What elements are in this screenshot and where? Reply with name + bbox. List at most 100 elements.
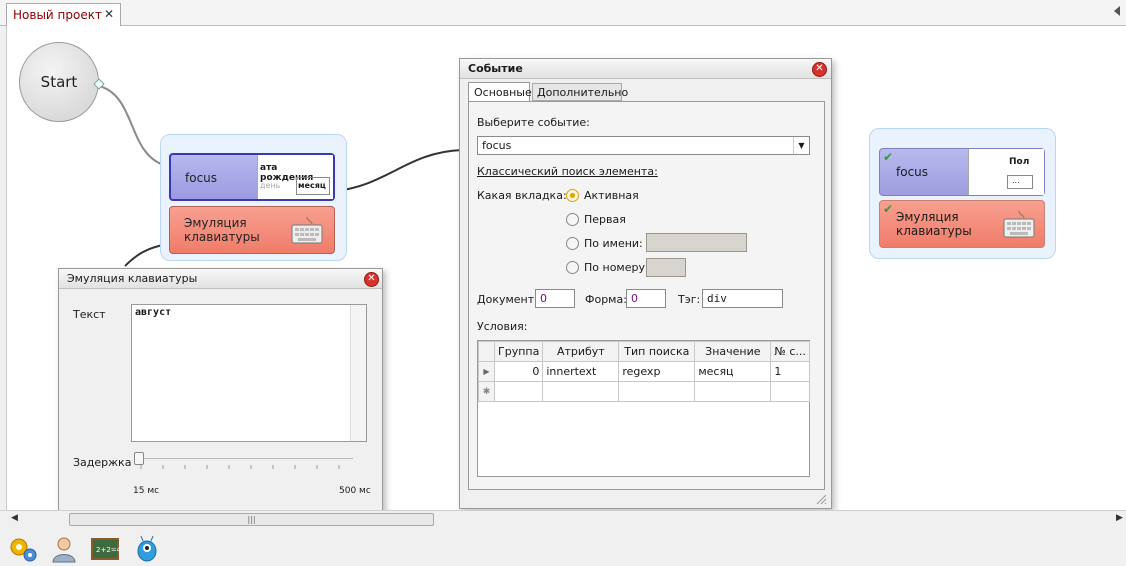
- element-thumbnail: Пол ...: [968, 149, 1044, 195]
- column-header[interactable]: № с...: [770, 341, 810, 362]
- radio-by-number[interactable]: [566, 261, 579, 274]
- tab-additional[interactable]: Дополнительно: [532, 83, 628, 101]
- delay-min-label: 15 мс: [133, 486, 160, 496]
- blackboard-icon[interactable]: 2+2=4: [90, 535, 120, 563]
- alien-robot-icon[interactable]: [132, 535, 162, 563]
- row-selector-icon[interactable]: ▶: [478, 361, 495, 382]
- event-select-value: focus: [482, 139, 512, 152]
- document-label: Документ:: [477, 293, 538, 306]
- bottom-toolbar: [0, 528, 1126, 566]
- column-header[interactable]: Группа: [493, 341, 544, 362]
- scroll-right-icon[interactable]: ▶: [1116, 513, 1123, 523]
- grid-cell[interactable]: [493, 381, 544, 402]
- radio-by-name[interactable]: [566, 237, 579, 250]
- action-keyboard-1[interactable]: Эмуляция клавиатуры: [169, 206, 335, 254]
- grid-cell[interactable]: innertext: [542, 361, 620, 382]
- action-keyboard-label: Эмуляция клавиатуры: [896, 210, 972, 238]
- radio-active-label: Активная: [584, 189, 639, 202]
- grid-cell[interactable]: [694, 381, 772, 402]
- form-label: Форма:: [585, 293, 627, 306]
- radio-first-label: Первая: [584, 213, 626, 226]
- dialog-title: Событие: [460, 59, 831, 79]
- document-tab-bar: [0, 0, 1126, 26]
- conditions-grid[interactable]: Группа Атрибут Тип поиска Значение № с..…: [478, 341, 810, 402]
- delay-max-label: 500 мс: [339, 486, 371, 496]
- column-header[interactable]: Тип поиска: [618, 341, 696, 362]
- thumb-text: месяц: [296, 177, 330, 195]
- tab-scroll-left-icon[interactable]: [1114, 6, 1120, 16]
- conditions-label: Условия:: [477, 320, 528, 333]
- action-focus-label: focus: [896, 165, 929, 179]
- dialog-title: Эмуляция клавиатуры: [59, 269, 382, 289]
- event-select[interactable]: focus ▼: [477, 136, 810, 155]
- tag-input[interactable]: div: [702, 289, 783, 308]
- delay-slider-thumb[interactable]: [134, 452, 144, 465]
- grid-cell[interactable]: месяц: [694, 361, 772, 382]
- classic-search-label: Классический поиск элемента:: [477, 165, 658, 178]
- tab-new-project[interactable]: Новый проект ✕: [6, 3, 121, 26]
- tab-label: Новый проект: [13, 8, 102, 22]
- action-focus-label: focus: [185, 171, 218, 185]
- chevron-down-icon[interactable]: ▼: [793, 137, 809, 154]
- close-tab-icon[interactable]: ✕: [104, 7, 114, 21]
- delay-slider-track[interactable]: [137, 458, 353, 459]
- new-row[interactable]: ✱: [478, 381, 810, 402]
- vertical-scrollbar[interactable]: [350, 305, 366, 441]
- close-icon[interactable]: ✕: [364, 272, 379, 287]
- thumb-text: Пол: [1009, 157, 1030, 167]
- column-header[interactable]: Атрибут: [542, 341, 620, 362]
- action-keyboard-2[interactable]: ✔ Эмуляция клавиатуры: [879, 200, 1045, 248]
- keyboard-icon: [1003, 210, 1035, 238]
- row-header-cell: [478, 341, 495, 362]
- resize-grip-icon[interactable]: [815, 493, 827, 505]
- column-header[interactable]: Значение: [694, 341, 772, 362]
- tab-name-input[interactable]: [646, 233, 747, 252]
- radio-by-number-label: По номеру:: [584, 261, 649, 274]
- grid-cell[interactable]: 1: [770, 361, 810, 382]
- text-input-value: август: [135, 307, 172, 318]
- tag-label: Тэг:: [678, 293, 701, 306]
- connection-start-focus: [98, 85, 168, 167]
- grid-cell[interactable]: [618, 381, 696, 402]
- keyboard-icon: [291, 216, 323, 244]
- scrollbar-thumb[interactable]: |||: [69, 513, 434, 526]
- select-event-label: Выберите событие:: [477, 116, 590, 129]
- radio-by-name-label: По имени:: [584, 237, 643, 250]
- keyboard-emulation-dialog: Эмуляция клавиатуры ✕ Текст август Задер…: [58, 268, 383, 516]
- connection-focus-dialog: [334, 149, 463, 192]
- action-focus-1[interactable]: focus ата рождения день месяц: [169, 153, 335, 201]
- which-tab-label: Какая вкладка:: [477, 189, 567, 202]
- thumb-text: день: [260, 181, 281, 190]
- checkmark-icon: ✔: [883, 150, 894, 164]
- close-icon[interactable]: ✕: [812, 62, 827, 77]
- element-thumbnail: ата рождения день месяц: [257, 155, 333, 199]
- event-dialog: Событие ✕ Основные Дополнительно Выберит…: [459, 58, 832, 509]
- gears-icon[interactable]: [8, 535, 38, 563]
- text-label: Текст: [73, 308, 106, 321]
- form-input[interactable]: 0: [626, 289, 666, 308]
- delay-label: Задержка: [73, 456, 132, 469]
- document-input[interactable]: 0: [535, 289, 575, 308]
- tab-number-input[interactable]: [646, 258, 686, 277]
- checkmark-icon: ✔: [883, 202, 894, 216]
- thumb-text: ...: [1007, 175, 1033, 189]
- grid-cell[interactable]: [542, 381, 620, 402]
- text-input[interactable]: август: [131, 304, 367, 442]
- new-row-icon[interactable]: ✱: [478, 381, 495, 402]
- scroll-left-icon[interactable]: ◀: [11, 513, 18, 523]
- grid-header-row: Группа Атрибут Тип поиска Значение № с..…: [478, 341, 810, 362]
- grid-cell[interactable]: 0: [493, 361, 544, 382]
- grid-cell[interactable]: regexp: [618, 361, 696, 382]
- radio-active[interactable]: [566, 189, 579, 202]
- radio-first[interactable]: [566, 213, 579, 226]
- svg-text:2+2=4: 2+2=4: [96, 546, 120, 554]
- tab-main[interactable]: Основные: [468, 82, 532, 102]
- slider-ticks: [140, 465, 340, 469]
- grid-cell[interactable]: [770, 381, 810, 402]
- start-label: Start: [40, 73, 78, 91]
- start-node[interactable]: Start: [19, 42, 99, 122]
- action-keyboard-label: Эмуляция клавиатуры: [184, 216, 260, 244]
- table-row[interactable]: ▶ 0 innertext regexp месяц 1: [478, 361, 810, 382]
- action-focus-2[interactable]: ✔ focus Пол ...: [879, 148, 1045, 196]
- user-icon[interactable]: [49, 535, 79, 563]
